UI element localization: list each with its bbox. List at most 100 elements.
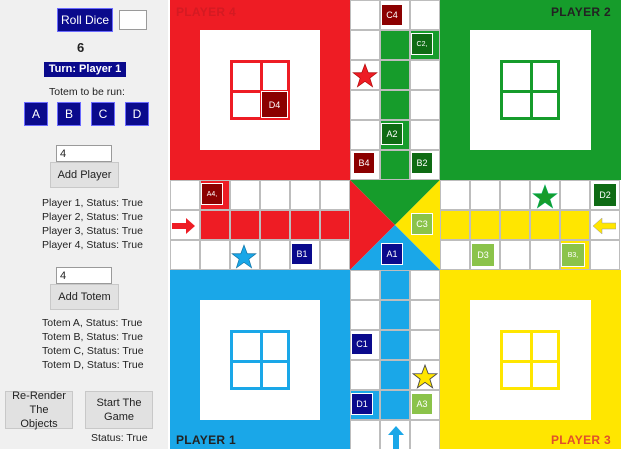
player4-label: PLAYER 4 [176,5,236,19]
totem-c-button[interactable]: C [91,102,115,126]
track-cell [290,180,320,210]
dice-result-box[interactable] [119,10,147,30]
track-cell [350,300,380,330]
player1-label: PLAYER 1 [176,433,236,447]
track-cell [500,180,530,210]
totem-status-d: Totem D, Status: True [42,359,144,371]
track-cell [380,60,410,90]
token-b1[interactable]: B1 [291,243,313,265]
track-cell [530,210,560,240]
track-cell [380,150,410,180]
track-cell [380,390,410,420]
entry-arrow-left-icon [592,218,616,234]
token-c3[interactable]: C3 [411,213,433,235]
add-totem-button[interactable]: Add Totem [50,284,119,310]
token-c4[interactable]: C4 [381,4,403,26]
track-cell [410,90,440,120]
totem-status-b: Totem B, Status: True [42,331,143,343]
track-cell [320,180,350,210]
token-d3[interactable]: D3 [471,243,495,267]
track-cell [260,180,290,210]
token-a1[interactable]: A1 [381,243,403,265]
track-cell [410,420,440,449]
totem-status-c: Totem C, Status: True [42,345,144,357]
player-status-4: Player 4, Status: True [42,239,143,251]
track-cell [440,240,470,270]
track-cell [410,330,440,360]
track-cell [290,210,320,240]
track-cell [200,240,230,270]
entry-arrow-up-icon [388,426,404,449]
track-cell [380,90,410,120]
add-player-button[interactable]: Add Player [50,162,119,188]
track-cell [410,0,440,30]
player-status-3: Player 3, Status: True [42,225,143,237]
track-cell [440,180,470,210]
track-cell [350,360,380,390]
totem-a-button[interactable]: A [24,102,48,126]
track-cell [260,240,290,270]
token-a3[interactable]: A3 [411,393,433,415]
track-cell [350,420,380,449]
track-cell [410,270,440,300]
track-cell [320,210,350,240]
entry-arrow-right-icon [172,218,195,234]
roll-dice-button[interactable]: Roll Dice [57,8,113,32]
start-game-button[interactable]: Start The Game [85,391,153,429]
track-cell [410,120,440,150]
token-d2[interactable]: D2 [593,183,617,207]
safe-star-icon [532,184,558,209]
token-c2[interactable]: C2, [411,33,433,55]
track-cell [500,210,530,240]
totem-d-button[interactable]: D [125,102,149,126]
token-a4[interactable]: A4, [201,183,223,205]
track-cell [230,210,260,240]
token-d1[interactable]: D1 [351,393,373,415]
track-cell [350,30,380,60]
token-b4[interactable]: B4 [353,152,375,174]
player2-label: PLAYER 2 [551,5,611,19]
track-cell [500,240,530,270]
safe-star-icon [231,244,257,269]
token-d4[interactable]: D4 [261,91,288,118]
track-cell [530,240,560,270]
track-cell [380,300,410,330]
player3-yard-grid [500,330,560,390]
safe-star-icon [412,364,438,389]
track-cell [440,210,470,240]
safe-star-icon [352,63,378,88]
token-b3[interactable]: B3, [561,243,585,267]
track-cell [560,180,590,210]
player-count-input[interactable] [56,145,112,162]
player2-yard-grid [500,60,560,120]
track-cell [380,330,410,360]
player3-label: PLAYER 3 [551,433,611,447]
track-cell [350,90,380,120]
track-cell [590,240,620,270]
totem-b-button[interactable]: B [57,102,81,126]
token-b2[interactable]: B2 [411,152,433,174]
control-panel: Roll Dice 6 Turn: Player 1 Totem to be r… [0,0,168,449]
track-cell [470,180,500,210]
track-cell [350,270,380,300]
track-cell [380,270,410,300]
track-cell [170,240,200,270]
rerender-button[interactable]: Re-Render The Objects [5,390,73,430]
track-cell [170,180,200,210]
totem-count-input[interactable] [56,267,112,284]
dice-value: 6 [77,40,85,55]
track-cell [350,0,380,30]
token-c1[interactable]: C1 [351,333,373,355]
track-cell [260,210,290,240]
ludo-board: PLAYER 4 PLAYER 2 PLAYER 1 PLAYER 3 C4 C… [168,0,621,449]
track-cell [230,180,260,210]
track-cell [470,210,500,240]
track-cell [320,240,350,270]
track-cell [560,210,590,240]
turn-indicator: Turn: Player 1 [44,62,126,77]
token-a2[interactable]: A2 [381,123,403,145]
player1-yard-grid [230,330,290,390]
player-status-1: Player 1, Status: True [42,197,143,209]
totem-prompt: Totem to be run: [49,86,125,98]
track-cell [350,120,380,150]
